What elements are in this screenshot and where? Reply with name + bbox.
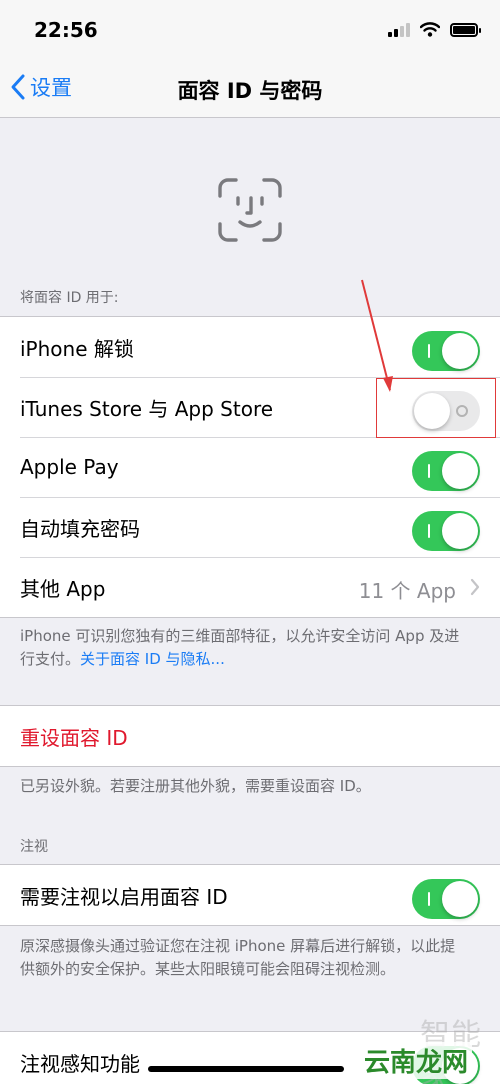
other-apps-row[interactable]: 其他 App 11 个 App xyxy=(0,557,500,617)
reset-face-id-button[interactable]: 重设面容 ID xyxy=(20,722,500,751)
face-id-privacy-link[interactable]: 关于面容 ID 与隐私... xyxy=(80,650,225,668)
reset-group: 重设面容 ID xyxy=(0,705,500,767)
iphone-unlock-toggle[interactable] xyxy=(412,331,480,371)
annotation-box xyxy=(376,378,496,438)
attention-section-header: 注视 xyxy=(20,839,48,855)
reset-footer: 已另设外貌。若要注册其他外貌，需要重设面容 ID。 xyxy=(20,777,371,795)
faceid-icon xyxy=(218,178,282,242)
use-for-section-header: 将面容 ID 用于: xyxy=(20,290,119,306)
watermark-badge: 云南龙网 xyxy=(360,1042,473,1079)
status-icons xyxy=(388,22,481,37)
autofill-passwords-toggle[interactable] xyxy=(412,511,480,551)
other-apps-count: 11 个 App xyxy=(358,579,456,603)
use-for-group: iPhone 解锁 iTunes Store 与 App Store Apple… xyxy=(0,316,500,618)
require-attention-row: 需要注视以启用面容 ID xyxy=(0,865,500,925)
navigation-bar: 设置 面容 ID 与密码 xyxy=(0,60,500,118)
attention-group: 需要注视以启用面容 ID xyxy=(0,864,500,926)
use-for-footer: iPhone 可识别您独有的三维面部特征，以允许安全访问 App 及进行支付。关… xyxy=(20,625,460,671)
attention-footer: 原深感摄像头通过验证您在注视 iPhone 屏幕后进行解锁，以此提供额外的安全保… xyxy=(20,937,456,978)
iphone-unlock-row: iPhone 解锁 xyxy=(0,317,500,377)
require-attention-toggle[interactable] xyxy=(412,879,480,919)
wifi-icon xyxy=(420,22,440,37)
chevron-right-icon xyxy=(470,578,480,596)
apple-pay-toggle[interactable] xyxy=(412,451,480,491)
autofill-passwords-row: 自动填充密码 xyxy=(0,497,500,557)
page-title: 面容 ID 与密码 xyxy=(177,79,323,103)
battery-icon xyxy=(450,22,481,37)
reset-face-id-row[interactable]: 重设面容 ID xyxy=(0,706,500,766)
cellular-signal-icon xyxy=(388,22,410,37)
status-time: 22:56 xyxy=(34,18,98,42)
status-bar: 22:56 xyxy=(0,0,500,60)
home-indicator[interactable] xyxy=(148,1066,344,1072)
apple-pay-row: Apple Pay xyxy=(0,437,500,497)
